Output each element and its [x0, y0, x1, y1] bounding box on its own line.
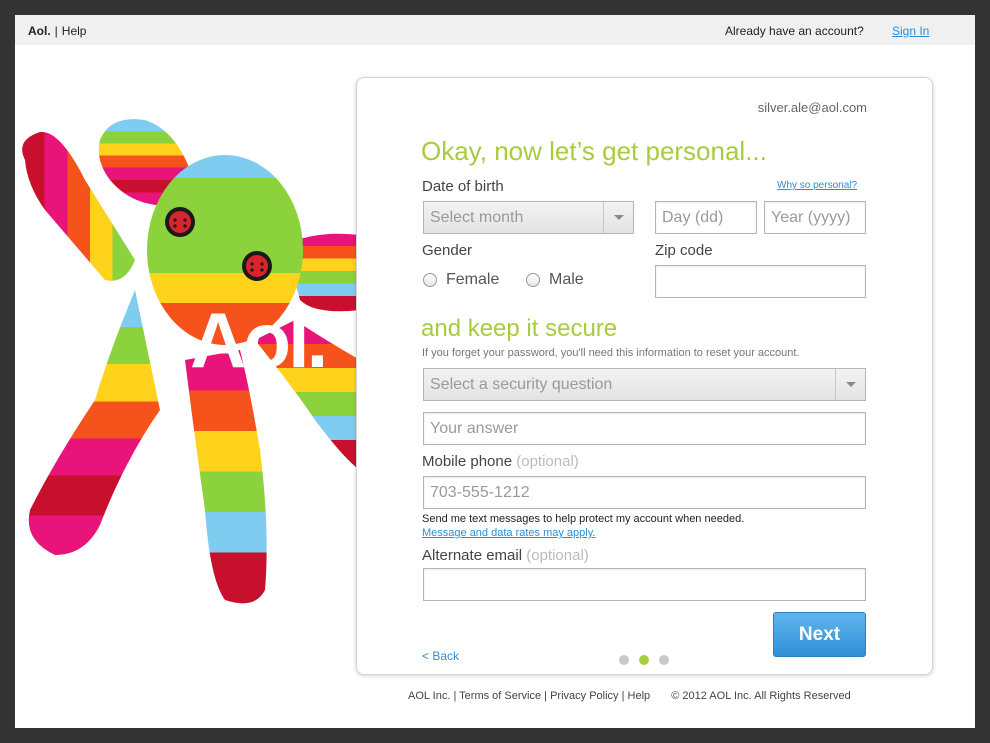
birth-year-input[interactable]: Year (yyyy) [764, 201, 866, 234]
leg-left [28, 290, 160, 555]
zip-label: Zip code [655, 242, 713, 259]
top-bar: Aol. | Help Already have an account? Sign … [15, 15, 975, 45]
gender-female-radio[interactable]: Female [423, 271, 499, 289]
account-email: silver.ale@aol.com [757, 100, 867, 115]
heading-personal: Okay, now let’s get personal... [421, 136, 767, 166]
gender-male-radio[interactable]: Male [526, 271, 584, 289]
security-question-select[interactable]: Select a security question [423, 368, 866, 401]
copyright-text: © 2012 AOL Inc. All Rights Reserved [671, 690, 851, 702]
zip-code-input[interactable] [655, 265, 866, 298]
progress-dot-1 [619, 655, 629, 665]
birth-month-placeholder: Select month [430, 209, 524, 226]
help-link[interactable]: Help [62, 24, 87, 38]
footer-help-link[interactable]: Help [628, 690, 651, 702]
leg-middle [185, 350, 267, 604]
footer-privacy-link[interactable]: Privacy Policy [550, 690, 618, 702]
optional-tag: (optional) [526, 547, 589, 564]
dob-label: Date of birth [422, 178, 504, 195]
radio-circle-icon [526, 273, 540, 287]
security-question-placeholder: Select a security question [430, 376, 613, 393]
already-account-text: Already have an account? [725, 24, 864, 38]
radio-circle-icon [423, 273, 437, 287]
mobile-phone-input[interactable]: 703-555-1212 [423, 476, 866, 509]
male-label: Male [549, 271, 584, 288]
data-rates-link[interactable]: Message and data rates may apply. [422, 527, 595, 539]
aol-watermark-logo: Aol. [190, 296, 328, 384]
secure-hint: If you forget your password, you'll need… [422, 347, 800, 359]
progress-dot-2 [639, 655, 649, 665]
female-label: Female [446, 271, 500, 288]
alternate-email-label: Alternate email (optional) [422, 547, 589, 564]
mobile-phone-label: Mobile phone (optional) [422, 453, 579, 470]
progress-dots [619, 655, 669, 665]
back-link[interactable]: < Back [422, 649, 459, 663]
progress-dot-3 [659, 655, 669, 665]
page-frame: Aol. | Help Already have an account? Sign … [15, 15, 975, 728]
footer-company-link[interactable]: AOL Inc. [408, 690, 450, 702]
alternate-email-label-text: Alternate email [422, 547, 523, 564]
birth-month-select[interactable]: Select month [423, 201, 634, 234]
brand: Aol. | Help [28, 24, 86, 38]
next-button[interactable]: Next [773, 612, 866, 657]
heading-secure: and keep it secure [421, 315, 618, 342]
chevron-down-icon [835, 369, 865, 400]
signup-card: silver.ale@aol.com Okay, now let’s get p… [356, 77, 933, 675]
alternate-email-input[interactable] [423, 568, 866, 601]
footer-terms-link[interactable]: Terms of Service [459, 690, 541, 702]
mobile-phone-label-text: Mobile phone [422, 453, 513, 470]
why-so-personal-link[interactable]: Why so personal? [777, 180, 857, 191]
aol-logo[interactable]: Aol. [28, 24, 51, 38]
birth-day-input[interactable]: Day (dd) [655, 201, 757, 234]
security-answer-input[interactable]: Your answer [423, 412, 866, 445]
chevron-down-icon [603, 202, 633, 233]
sign-in-link[interactable]: Sign In [892, 24, 929, 38]
optional-tag: (optional) [516, 453, 579, 470]
separator: | [54, 24, 58, 38]
sms-opt-in-text: Send me text messages to help protect my… [422, 513, 745, 525]
footer: AOL Inc. | Terms of Service | Privacy Po… [408, 690, 851, 702]
gender-label: Gender [422, 242, 473, 259]
